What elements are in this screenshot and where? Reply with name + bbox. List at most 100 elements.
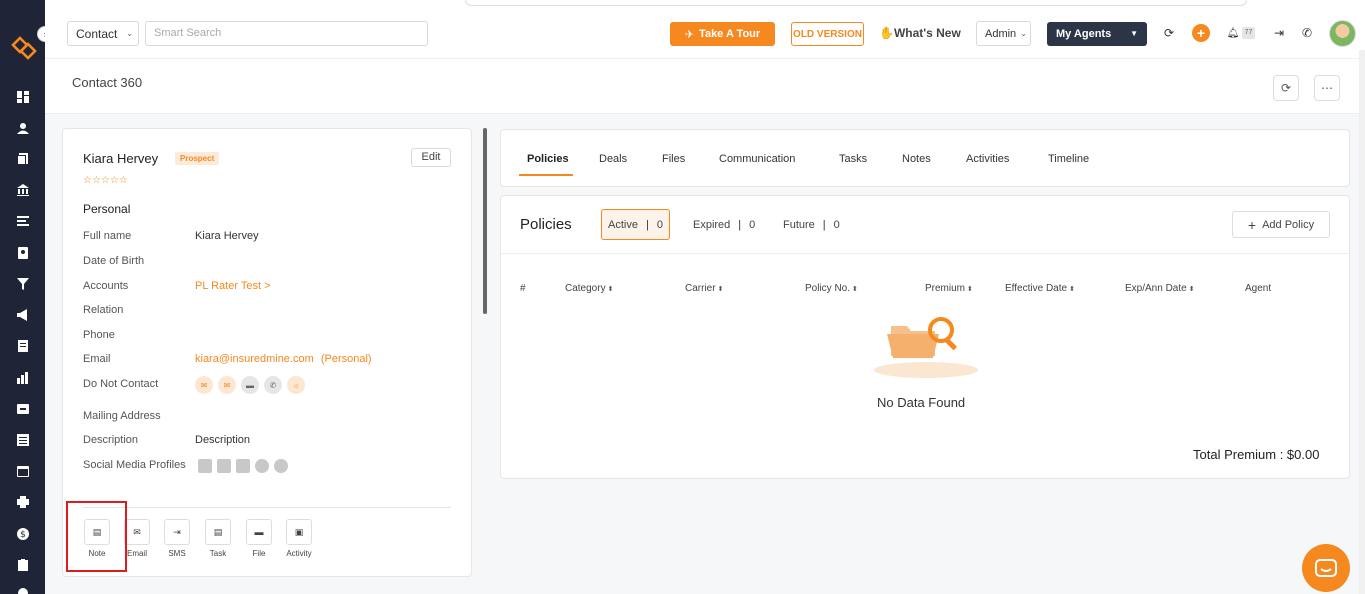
tab-activities[interactable]: Activities [966,153,1009,165]
dnc-sun-icon[interactable]: ☼ [287,376,305,394]
description-label: Description [83,434,139,446]
filter-expired[interactable]: Expired | 0 [693,209,755,240]
status-badge: Prospect [175,152,220,165]
chat-launcher-button[interactable] [1302,544,1350,592]
refresh-button[interactable]: ⟳ [1273,75,1299,101]
envelope-icon: ✉ [133,526,141,537]
take-a-tour-button[interactable]: ✈ Take A Tour [670,22,775,46]
linkedin-icon[interactable] [198,459,212,473]
column-header-effective-date[interactable]: Effective Date ⬍ [1005,283,1075,294]
column-label: Effective Date [1005,283,1068,294]
tab-tasks[interactable]: Tasks [839,153,867,165]
file-label: File [252,549,266,558]
instagram-icon[interactable] [255,459,269,473]
email-button[interactable]: ✉ [124,519,150,545]
sms-button[interactable]: ⇥ [164,519,190,545]
twitter-icon[interactable] [236,459,250,473]
megaphone-icon[interactable] [16,308,29,321]
filter-future-count: 0 [833,218,840,231]
analytics-icon[interactable] [16,371,29,384]
whats-new-label: What's New [893,26,961,40]
tab-communication[interactable]: Communication [719,153,795,165]
contact-card-icon[interactable] [16,246,29,259]
dnc-phone-icon[interactable]: ✆ [264,376,282,394]
globe-icon[interactable] [274,459,288,473]
activity-button[interactable]: ▣ [286,519,312,545]
dnc-mail-icon[interactable]: ✉ [195,376,213,394]
user-avatar[interactable] [1329,20,1356,47]
old-version-button[interactable]: OLD VERSION [791,22,864,46]
tab-notes[interactable]: Notes [902,153,931,165]
divider [83,507,451,508]
printer-icon[interactable] [16,495,29,508]
task-label: Task [209,549,227,558]
column-header-carrier[interactable]: Carrier ⬍ [685,283,723,294]
plus-icon: + [1247,216,1257,233]
clipboard-icon[interactable] [16,558,29,571]
filter-expired-count: 0 [749,218,756,231]
logout-icon[interactable]: ⇥ [1271,25,1287,41]
add-policy-button[interactable]: + Add Policy [1232,211,1330,238]
column-header-category[interactable]: Category ⬍ [565,283,613,294]
tab-timeline[interactable]: Timeline [1048,153,1089,165]
activity-label: Activity [286,549,312,558]
tab-deals[interactable]: Deals [599,153,627,165]
more-options-button[interactable]: ⋯ [1314,75,1340,101]
rating-stars[interactable]: ☆☆☆☆☆ [83,175,128,186]
calendar-icon[interactable] [16,464,29,477]
my-agents-button[interactable]: My Agents ▼ [1047,22,1147,46]
folder-icon: ▬ [254,527,264,537]
accounts-label: Accounts [83,280,129,292]
edit-button[interactable]: Edit [411,148,451,167]
smart-search-input[interactable]: Smart Search [145,21,428,46]
facebook-icon[interactable] [217,459,231,473]
tab-policies[interactable]: Policies [527,153,569,165]
institution-icon[interactable] [16,183,29,196]
dnc-chat-icon[interactable]: ▬ [241,376,259,394]
entity-select-value: Contact [76,26,118,41]
file-button[interactable]: ▬ [246,519,272,545]
table-icon[interactable] [16,433,29,446]
whats-new-link[interactable]: ✋What's New [879,26,961,40]
refresh-icon[interactable]: ⟳ [1161,25,1177,41]
tab-files[interactable]: Files [662,153,685,165]
page-scrollbar[interactable] [1359,50,1365,594]
column-header-policy-no[interactable]: Policy No. ⬍ [805,283,858,294]
filter-future[interactable]: Future | 0 [783,209,840,240]
dollar-icon[interactable]: $ [16,527,29,540]
separator: | [738,218,742,231]
role-select[interactable]: Admin ⌄ [976,21,1031,46]
panel-scrollbar[interactable] [483,128,487,314]
empty-state-text: No Data Found [877,395,966,410]
relation-label: Relation [83,304,124,316]
filter-icon[interactable] [16,277,29,290]
contacts-icon[interactable] [16,121,29,134]
dob-label: Date of Birth [83,255,145,267]
dashboard-icon[interactable] [16,90,29,103]
sort-icon: ⬍ [717,286,724,293]
dnc-icons: ✉ ✉ ▬ ✆ ☼ [195,376,305,394]
phone-icon[interactable]: ✆ [1299,25,1315,41]
column-header-premium[interactable]: Premium ⬍ [925,283,973,294]
inbox-icon[interactable] [16,402,29,415]
filter-active[interactable]: Active | 0 [601,209,670,240]
filter-active-count: 0 [656,218,663,231]
accounts-link[interactable]: PL Rater Test > [195,280,271,292]
add-icon[interactable]: + [1192,24,1210,42]
column-header-exp-ann-date[interactable]: Exp/Ann Date ⬍ [1125,283,1195,294]
documents-icon[interactable] [16,152,29,165]
task-button[interactable]: ▤ [205,519,231,545]
settings-icon[interactable] [16,586,29,594]
email-address: kiara@insuredmine.com [195,353,314,365]
report-icon[interactable] [16,339,29,352]
bell-icon[interactable]: 🔔︎ [1225,25,1241,41]
list-icon[interactable] [16,214,29,227]
entity-select[interactable]: Contact ⌄ [67,21,139,46]
email-label: Email [83,353,111,365]
email-value[interactable]: kiara@insuredmine.com (Personal) [195,353,372,365]
active-tab-indicator [519,174,573,176]
policies-title: Policies [520,216,572,233]
dnc-email-icon[interactable]: ✉ [218,376,236,394]
hand-icon: ✋ [879,26,894,40]
app-logo[interactable] [11,35,37,61]
